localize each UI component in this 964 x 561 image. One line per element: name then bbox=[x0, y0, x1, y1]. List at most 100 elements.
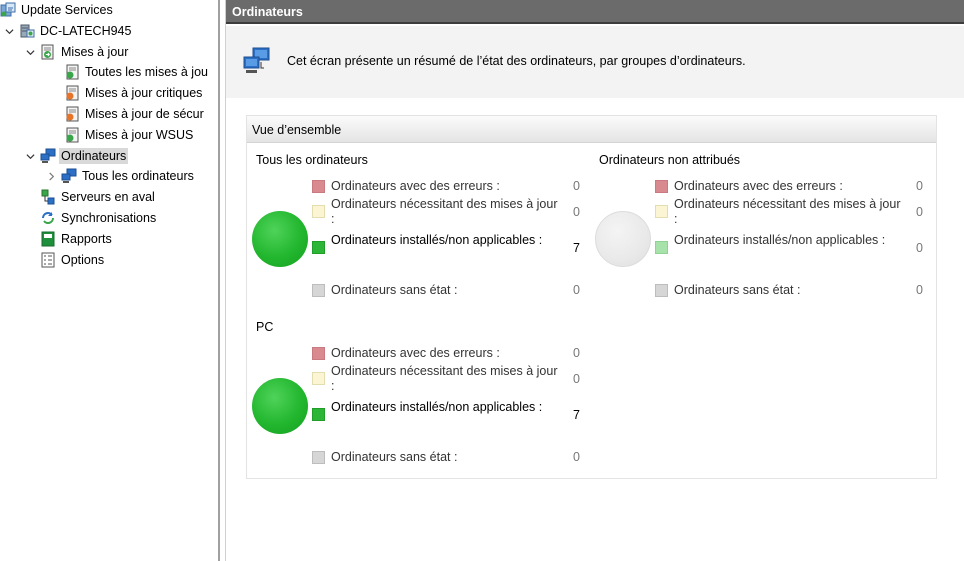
tree-label: Tous les ordinateurs bbox=[82, 169, 194, 183]
chevron-down-icon[interactable] bbox=[3, 25, 15, 37]
console-tree: Update Services DC-LATECH945 Mises à jou… bbox=[0, 0, 218, 561]
legend-label: Ordinateurs avec des erreurs : bbox=[674, 179, 843, 193]
legend-swatch bbox=[312, 372, 325, 385]
legend-label: Ordinateurs avec des erreurs : bbox=[331, 346, 500, 360]
tree-label: Synchronisations bbox=[61, 211, 157, 225]
group-title: Ordinateurs non attribués bbox=[599, 153, 741, 167]
tree-node-all-computers[interactable]: Tous les ordinateurs bbox=[45, 166, 194, 186]
status-circle-icon bbox=[252, 211, 308, 267]
synchronizations-icon bbox=[40, 210, 56, 226]
updates-folder-icon bbox=[40, 44, 56, 60]
tree-node-reports[interactable]: Rapports bbox=[40, 229, 112, 249]
computers-icon bbox=[61, 168, 77, 184]
updates-view-icon bbox=[64, 106, 80, 122]
legend-count: 0 bbox=[573, 179, 580, 193]
legend-count: 0 bbox=[916, 283, 923, 297]
status-circle-icon bbox=[595, 211, 651, 267]
legend-label: Ordinateurs installés/non applicables : bbox=[331, 400, 543, 414]
tree-label: Serveurs en aval bbox=[61, 190, 155, 204]
downstream-servers-icon bbox=[40, 189, 56, 205]
legend-count: 7 bbox=[573, 241, 580, 255]
chevron-down-icon[interactable] bbox=[24, 46, 36, 58]
update-services-icon bbox=[0, 2, 16, 18]
overview-title: Vue d’ensemble bbox=[247, 116, 936, 143]
group-title: Tous les ordinateurs bbox=[256, 153, 368, 167]
tree-node-all-updates[interactable]: Toutes les mises à jou bbox=[64, 62, 208, 82]
tree-node-updates[interactable]: Mises à jour bbox=[24, 42, 128, 62]
tree-node-synchronizations[interactable]: Synchronisations bbox=[40, 208, 156, 228]
legend-count: 0 bbox=[916, 241, 923, 255]
legend-count: 0 bbox=[573, 283, 580, 297]
tree-node-computers[interactable]: Ordinateurs bbox=[24, 146, 129, 166]
pane-splitter[interactable] bbox=[218, 0, 226, 561]
legend-swatch bbox=[312, 284, 325, 297]
computers-icon bbox=[40, 148, 56, 164]
legend-swatch bbox=[312, 347, 325, 360]
legend-swatch bbox=[655, 284, 668, 297]
legend-swatch bbox=[312, 408, 325, 421]
legend-count: 7 bbox=[573, 408, 580, 422]
status-legend-row[interactable]: Ordinateurs avec des erreurs : 0 bbox=[312, 179, 580, 194]
description-text: Cet écran présente un résumé de l’état d… bbox=[287, 54, 746, 68]
tree-node-security-updates[interactable]: Mises à jour de sécur bbox=[64, 104, 204, 124]
legend-label: Ordinateurs nécessitant des mises à jour… bbox=[331, 197, 558, 226]
tree-label: DC-LATECH945 bbox=[40, 24, 132, 38]
computers-icon bbox=[242, 46, 272, 76]
overview-panel: Vue d’ensemble Tous les ordinateurs Ordin… bbox=[246, 115, 937, 479]
status-legend-row[interactable]: Ordinateurs installés/non applicables : 0 bbox=[655, 233, 923, 255]
legend-swatch bbox=[655, 180, 668, 193]
options-icon bbox=[40, 252, 56, 268]
status-legend-row[interactable]: Ordinateurs sans état : 0 bbox=[312, 450, 580, 465]
legend-swatch bbox=[312, 451, 325, 464]
status-legend-row[interactable]: Ordinateurs sans état : 0 bbox=[655, 283, 923, 298]
legend-count: 0 bbox=[573, 346, 580, 360]
tree-node-critical-updates[interactable]: Mises à jour critiques bbox=[64, 83, 202, 103]
tree-label: Ordinateurs bbox=[59, 148, 129, 164]
legend-label: Ordinateurs installés/non applicables : bbox=[674, 233, 886, 247]
legend-count: 0 bbox=[573, 205, 580, 219]
legend-count: 0 bbox=[573, 450, 580, 464]
tree-label: Mises à jour de sécur bbox=[85, 107, 204, 121]
status-legend-row[interactable]: Ordinateurs nécessitant des mises à jour… bbox=[312, 364, 580, 394]
status-legend-row[interactable]: Ordinateurs avec des erreurs : 0 bbox=[312, 346, 580, 361]
tree-label: Rapports bbox=[61, 232, 112, 246]
tree-node-update-services[interactable]: Update Services bbox=[0, 0, 113, 20]
chevron-down-icon[interactable] bbox=[24, 150, 36, 162]
details-pane: Ordinateurs Cet écran présente un résumé… bbox=[226, 0, 964, 561]
status-legend-row[interactable]: Ordinateurs nécessitant des mises à jour… bbox=[655, 197, 923, 227]
tree-node-wsus-updates[interactable]: Mises à jour WSUS bbox=[64, 125, 193, 145]
legend-swatch bbox=[655, 241, 668, 254]
legend-label: Ordinateurs sans état : bbox=[331, 283, 458, 297]
legend-label: Ordinateurs installés/non applicables : bbox=[331, 233, 543, 247]
chevron-right-icon[interactable] bbox=[45, 170, 57, 182]
tree-label: Mises à jour bbox=[61, 45, 129, 59]
legend-count: 0 bbox=[573, 372, 580, 386]
legend-swatch bbox=[312, 205, 325, 218]
page-title: Ordinateurs bbox=[226, 0, 964, 24]
tree-node-server[interactable]: DC-LATECH945 bbox=[3, 21, 131, 41]
tree-label: Mises à jour critiques bbox=[85, 86, 203, 100]
tree-node-downstream-servers[interactable]: Serveurs en aval bbox=[40, 187, 155, 207]
reports-icon bbox=[40, 231, 56, 247]
legend-swatch bbox=[655, 205, 668, 218]
legend-label: Ordinateurs nécessitant des mises à jour… bbox=[331, 364, 558, 393]
tree-label: Update Services bbox=[21, 3, 113, 17]
status-legend-row[interactable]: Ordinateurs nécessitant des mises à jour… bbox=[312, 197, 580, 227]
status-legend-row[interactable]: Ordinateurs installés/non applicables : 7 bbox=[312, 233, 580, 255]
status-legend-row[interactable]: Ordinateurs installés/non applicables : 7 bbox=[312, 400, 580, 422]
legend-label: Ordinateurs avec des erreurs : bbox=[331, 179, 500, 193]
legend-label: Ordinateurs sans état : bbox=[674, 283, 801, 297]
tree-label: Options bbox=[61, 253, 105, 267]
status-legend-row[interactable]: Ordinateurs avec des erreurs : 0 bbox=[655, 179, 923, 194]
legend-count: 0 bbox=[916, 205, 923, 219]
description-panel: Cet écran présente un résumé de l’état d… bbox=[226, 26, 964, 98]
status-circle-icon bbox=[252, 378, 308, 434]
updates-view-icon bbox=[64, 64, 80, 80]
status-legend-row[interactable]: Ordinateurs sans état : 0 bbox=[312, 283, 580, 298]
tree-node-options[interactable]: Options bbox=[40, 250, 104, 270]
legend-swatch bbox=[312, 241, 325, 254]
legend-count: 0 bbox=[916, 179, 923, 193]
updates-view-icon bbox=[64, 85, 80, 101]
server-icon bbox=[19, 23, 35, 39]
legend-label: Ordinateurs sans état : bbox=[331, 450, 458, 464]
